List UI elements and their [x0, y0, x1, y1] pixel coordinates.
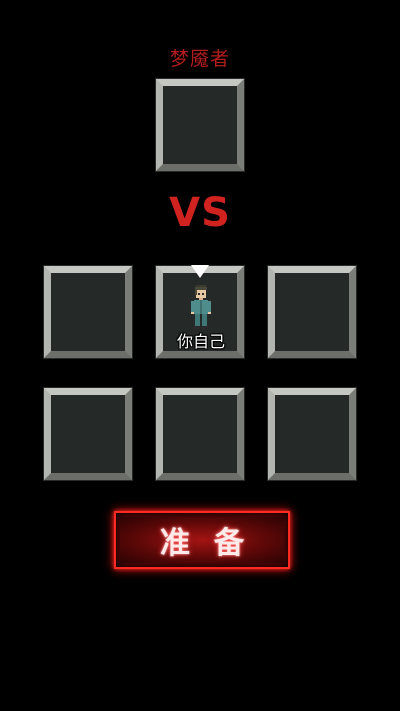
- opponent-slot[interactable]: [156, 79, 244, 171]
- triangle-down-icon: [191, 265, 209, 278]
- vs-text: VS: [169, 190, 231, 236]
- slot-empty-area: [163, 395, 237, 473]
- team-slot-6[interactable]: [268, 388, 356, 480]
- opponent-label: 梦魇者: [169, 48, 230, 70]
- team-slot-3[interactable]: [268, 266, 356, 358]
- match-lobby-screen: 梦魇者 VS 你自己 准备: [0, 0, 400, 711]
- ready-button[interactable]: 准备: [114, 511, 290, 569]
- slot-empty-area: [163, 86, 237, 164]
- team-slot-1[interactable]: [44, 266, 132, 358]
- team-slot-5[interactable]: [156, 388, 244, 480]
- slot-empty-area: [51, 273, 125, 351]
- slot-empty-area: [275, 273, 349, 351]
- team-slot-4[interactable]: [44, 388, 132, 480]
- slot-empty-area: [51, 395, 125, 473]
- self-player-label: 你自己: [176, 332, 225, 351]
- slot-empty-area: [275, 395, 349, 473]
- ready-button-label: 准备: [160, 526, 268, 561]
- player-avatar: [191, 285, 211, 329]
